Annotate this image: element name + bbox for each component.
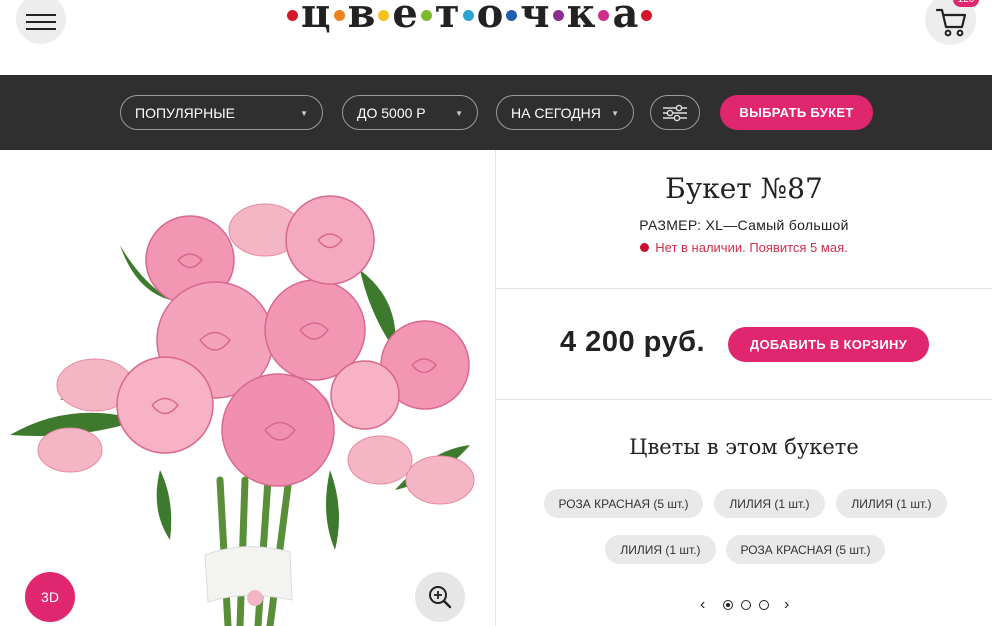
product-image[interactable]: 3D — [0, 150, 495, 626]
divider — [496, 399, 992, 400]
chevron-left-icon[interactable]: ‹ — [700, 596, 705, 614]
logo-dot — [506, 9, 518, 21]
product-size: РАЗМЕР: XL—Самый большой — [639, 217, 849, 233]
zoom-icon — [429, 586, 452, 609]
logo-letter: т — [434, 0, 460, 37]
view-3d-button[interactable]: 3D — [25, 572, 75, 622]
hamburger-icon-line — [26, 28, 56, 30]
caret-down-icon: ▼ — [455, 109, 463, 118]
bouquet-image — [10, 195, 475, 626]
date-select-value: НА СЕГОДНЯ — [511, 104, 601, 121]
price-select[interactable]: ДО 5000 Р ▼ — [342, 95, 478, 130]
flower-chip[interactable]: РОЗА КРАСНАЯ (5 шт.) — [544, 489, 703, 518]
pager-dot[interactable] — [741, 600, 751, 610]
hamburger-icon-line — [26, 21, 56, 23]
caret-down-icon: ▼ — [300, 109, 308, 118]
logo-letter: о — [476, 0, 504, 37]
flower-chip[interactable]: ЛИЛИЯ (1 шт.) — [836, 489, 947, 518]
sort-select-value: ПОПУЛЯРНЫЕ — [135, 104, 235, 121]
logo-letter: е — [392, 0, 418, 37]
pager-dot[interactable] — [723, 600, 733, 610]
logo-dot — [287, 9, 298, 21]
caret-down-icon: ▼ — [611, 109, 619, 118]
logo-letter: а — [612, 0, 639, 37]
logo-dot — [420, 9, 432, 21]
divider — [496, 288, 992, 289]
add-to-cart-button[interactable]: ДОБАВИТЬ В КОРЗИНУ — [728, 327, 929, 362]
zoom-button[interactable] — [415, 572, 465, 622]
logo-dot — [598, 9, 610, 21]
filter-bar: ПОПУЛЯРНЫЕ ▼ ДО 5000 Р ▼ НА СЕГОДНЯ ▼ ВЫ… — [0, 75, 992, 150]
cart-icon — [935, 8, 966, 36]
logo-letter: ц — [301, 0, 331, 37]
logo-dot — [552, 9, 564, 21]
pick-bouquet-button[interactable]: ВЫБРАТЬ БУКЕТ — [720, 95, 873, 130]
logo-dot — [462, 9, 474, 21]
logo-dot — [641, 9, 653, 21]
menu-button[interactable] — [16, 0, 66, 44]
flowers-section-title: Цветы в этом букете — [629, 435, 859, 459]
hamburger-icon-line — [26, 14, 56, 16]
product-info: Букет №87 РАЗМЕР: XL—Самый большой Нет в… — [496, 150, 992, 626]
stock-status: Нет в наличии. Появится 5 мая. — [496, 240, 992, 255]
product-title: Букет №87 — [665, 172, 823, 205]
flower-chip[interactable]: ЛИЛИЯ (1 шт.) — [605, 535, 716, 564]
flower-chip[interactable]: ЛИЛИЯ (1 шт.) — [714, 489, 825, 518]
pager-dot[interactable] — [759, 600, 769, 610]
header: ц в е т о ч к а 120 — [0, 0, 992, 75]
logo-dot — [333, 9, 345, 21]
filter-settings-button[interactable] — [650, 95, 700, 130]
logo-dot — [378, 9, 390, 21]
product-price: 4 200 руб. — [560, 326, 706, 358]
sort-select[interactable]: ПОПУЛЯРНЫЕ ▼ — [120, 95, 323, 130]
logo[interactable]: ц в е т о ч к а — [284, 0, 655, 38]
flower-chip[interactable]: РОЗА КРАСНАЯ (5 шт.) — [726, 535, 885, 564]
status-dot-icon — [640, 243, 650, 252]
image-pager: ‹ › — [696, 596, 796, 614]
price-select-value: ДО 5000 Р — [357, 104, 426, 121]
chevron-right-icon[interactable]: › — [784, 596, 789, 614]
stock-status-text: Нет в наличии. Появится 5 мая. — [655, 240, 848, 255]
logo-letter: в — [347, 0, 376, 37]
date-select[interactable]: НА СЕГОДНЯ ▼ — [496, 95, 634, 130]
cart-count-badge: 120 — [953, 0, 979, 7]
logo-letter: ч — [520, 0, 550, 37]
logo-letter: к — [566, 0, 596, 37]
sliders-icon — [663, 104, 687, 121]
